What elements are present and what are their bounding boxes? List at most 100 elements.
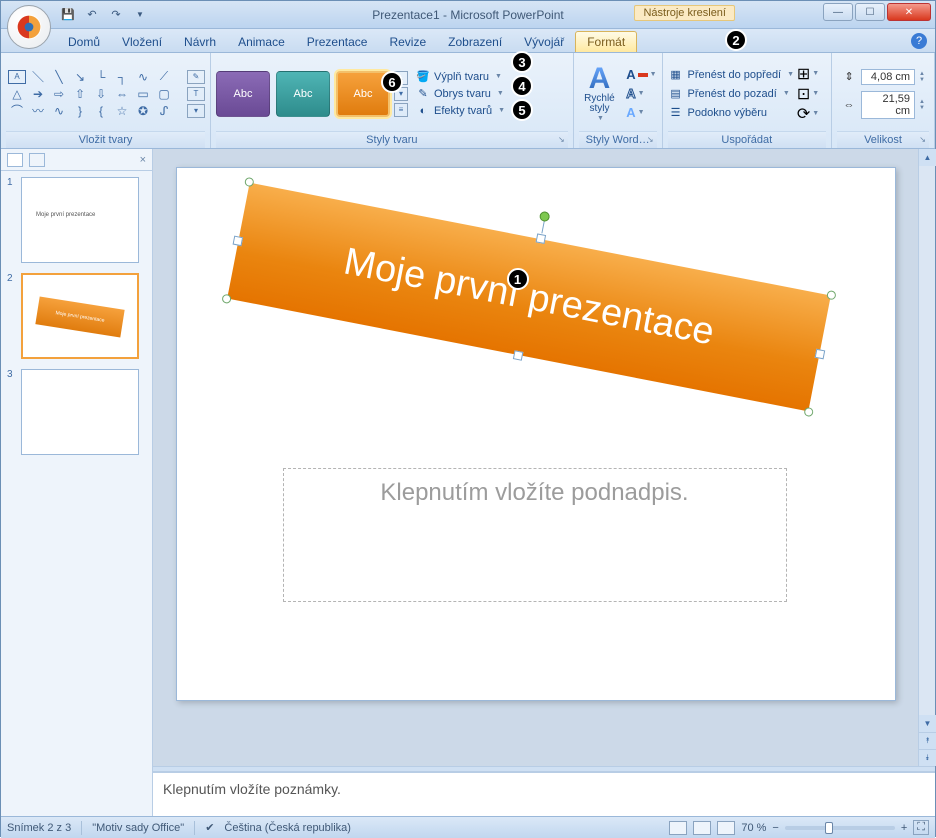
tab-design[interactable]: Návrh [173, 32, 227, 52]
dialog-launcher-icon-3[interactable]: ↘ [919, 135, 926, 144]
handle-n[interactable] [535, 233, 546, 244]
shape-wave2-icon[interactable]: ∿ [50, 104, 68, 118]
subtitle-placeholder[interactable]: Klepnutím vložíte podnadpis. [283, 468, 787, 602]
selection-pane-button[interactable]: ☰Podokno výběru [668, 105, 795, 121]
height-value[interactable]: 4,08 cm [861, 69, 915, 85]
shape-connector-icon[interactable]: ↘ [71, 70, 89, 84]
next-slide-icon[interactable]: ⯯ [919, 749, 936, 766]
shape-outline-button[interactable]: ✎Obrys tvaru▼ [416, 87, 505, 101]
shape-width-field[interactable]: ⇔21,59 cm▲▼ [841, 91, 925, 119]
qat-undo[interactable]: ↶ [83, 6, 101, 24]
notes-pane[interactable]: Klepnutím vložíte poznámky. [153, 772, 935, 816]
slide-thumb-1[interactable]: Moje první prezentace [21, 177, 139, 263]
office-button[interactable] [7, 5, 51, 49]
shape-line2-icon[interactable]: ╲ [50, 70, 68, 84]
tab-review[interactable]: Revize [378, 32, 437, 52]
width-value[interactable]: 21,59 cm [861, 91, 915, 119]
text-effects-button[interactable]: A▼ [626, 105, 656, 120]
align-button[interactable]: ⊞▼ [800, 66, 816, 82]
handle-s[interactable] [512, 350, 523, 361]
shapes-gallery[interactable]: A ＼ ╲ ↘ └ ┐ ∿ ⟋ △ ➔ ⇨ ⇧ ⇩ ⇔ ▭ ▢ ⌒ 〰 ∿ } [6, 68, 185, 120]
tab-animations[interactable]: Animace [227, 32, 296, 52]
maximize-button[interactable]: ☐ [855, 3, 885, 21]
scroll-up-icon[interactable]: ▲ [919, 149, 936, 166]
zoom-in-button[interactable]: + [901, 822, 907, 834]
shape-line-icon[interactable]: ＼ [29, 70, 47, 84]
bring-to-front-button[interactable]: ▦Přenést do popředí▼ [668, 67, 795, 83]
shape-elbow-icon[interactable]: └ [92, 70, 110, 84]
tab-developer[interactable]: Vývojář [513, 32, 575, 52]
shape-wave-icon[interactable]: 〰 [29, 104, 47, 118]
shape-effects-button[interactable]: ◐Efekty tvarů▼ [416, 104, 505, 118]
style-swatch-1[interactable]: Abc [216, 71, 270, 117]
rotate-handle[interactable] [538, 211, 550, 223]
handle-e[interactable] [814, 349, 825, 360]
prev-slide-icon[interactable]: ⯭ [919, 732, 936, 749]
tab-insert[interactable]: Vložení [111, 32, 173, 52]
shape-scribble-icon[interactable]: ᔑ [155, 104, 173, 118]
shape-arrowu-icon[interactable]: ⇧ [71, 87, 89, 101]
qat-redo[interactable]: ↷ [107, 6, 125, 24]
qat-more[interactable]: ▼ [131, 6, 149, 24]
shape-arrowd-icon[interactable]: ⇩ [92, 87, 110, 101]
handle-w[interactable] [232, 236, 243, 247]
close-button[interactable]: ✕ [887, 3, 931, 21]
rotate-button[interactable]: ⟳▼ [800, 106, 816, 122]
title-shape[interactable]: Moje první prezentace [227, 183, 831, 412]
text-fill-button[interactable]: A▼ [626, 67, 656, 82]
fit-window-button[interactable]: ⛶ [913, 820, 929, 835]
shape-fill-button[interactable]: 🪣Výplň tvaru▼ [416, 70, 505, 84]
shape-arrowr2-icon[interactable]: ⇨ [50, 87, 68, 101]
handle-sw[interactable] [221, 294, 232, 305]
status-language[interactable]: Čeština (Česká republika) [224, 822, 351, 834]
help-icon[interactable]: ? [911, 33, 927, 49]
shape-roundrect-icon[interactable]: ▢ [155, 87, 173, 101]
shape-height-field[interactable]: ⇕4,08 cm▲▼ [841, 69, 925, 85]
qat-save[interactable]: 💾 [59, 6, 77, 24]
gallery-more-icon[interactable]: ≡ [394, 103, 408, 117]
zoom-thumb[interactable] [825, 822, 833, 834]
group-button[interactable]: ⊡▼ [800, 86, 816, 102]
close-panel-icon[interactable]: × [140, 154, 146, 166]
handle-se[interactable] [803, 407, 814, 418]
scroll-down-icon[interactable]: ▼ [919, 715, 936, 732]
dialog-launcher-icon[interactable]: ↘ [558, 135, 565, 144]
shape-style-gallery[interactable]: Abc Abc Abc [216, 71, 390, 117]
text-outline-button[interactable]: A▼ [626, 86, 656, 101]
shape-arc-icon[interactable]: ⌒ [8, 104, 26, 118]
slide-thumb-2[interactable]: Moje první prezentace [21, 273, 139, 359]
shapes-gallery-more[interactable]: ✎ T ▾ [187, 70, 205, 118]
shape-arrowr-icon[interactable]: ➔ [29, 87, 47, 101]
minimize-button[interactable]: — [823, 3, 853, 21]
edit-shape-icon[interactable]: ✎ [187, 70, 205, 84]
shape-star-icon[interactable]: ☆ [113, 104, 131, 118]
send-to-back-button[interactable]: ▤Přenést do pozadí▼ [668, 86, 795, 102]
quick-styles-button[interactable]: A Rychlé styly ▼ [583, 65, 617, 122]
canvas-area[interactable]: Moje první prezentace 1 Klep [153, 149, 918, 766]
shape-arrowlr-icon[interactable]: ⇔ [113, 87, 131, 101]
dialog-launcher-icon-2[interactable]: ↘ [647, 135, 654, 144]
zoom-slider[interactable] [785, 826, 895, 830]
view-sorter-button[interactable] [693, 821, 711, 835]
vertical-scrollbar[interactable]: ▲ ▼ ⯭⯯ [918, 149, 935, 766]
view-normal-button[interactable] [669, 821, 687, 835]
slide-thumb-3[interactable] [21, 369, 139, 455]
slides-tab[interactable] [7, 153, 23, 167]
shape-brace-icon[interactable]: } [71, 104, 89, 118]
spellcheck-icon[interactable]: ✔ [205, 821, 214, 834]
shape-curve-icon[interactable]: ∿ [134, 70, 152, 84]
shape-callout-icon[interactable]: ✪ [134, 104, 152, 118]
slide-canvas[interactable]: Moje první prezentace 1 Klep [176, 167, 896, 701]
title-shape-wrapper[interactable]: Moje první prezentace [227, 183, 831, 412]
tab-format[interactable]: Formát [575, 31, 637, 52]
shape-triangle-icon[interactable]: △ [8, 87, 26, 101]
zoom-value[interactable]: 70 % [741, 822, 766, 834]
shape-brace2-icon[interactable]: { [92, 104, 110, 118]
shape-elbow2-icon[interactable]: ┐ [113, 70, 131, 84]
textbox-icon[interactable]: T [187, 87, 205, 101]
shape-rect-icon[interactable]: ▭ [134, 87, 152, 101]
style-swatch-2[interactable]: Abc [276, 71, 330, 117]
tab-home[interactable]: Domů [57, 32, 111, 52]
tab-view[interactable]: Zobrazení [437, 32, 513, 52]
shapes-expand-icon[interactable]: ▾ [187, 104, 205, 118]
